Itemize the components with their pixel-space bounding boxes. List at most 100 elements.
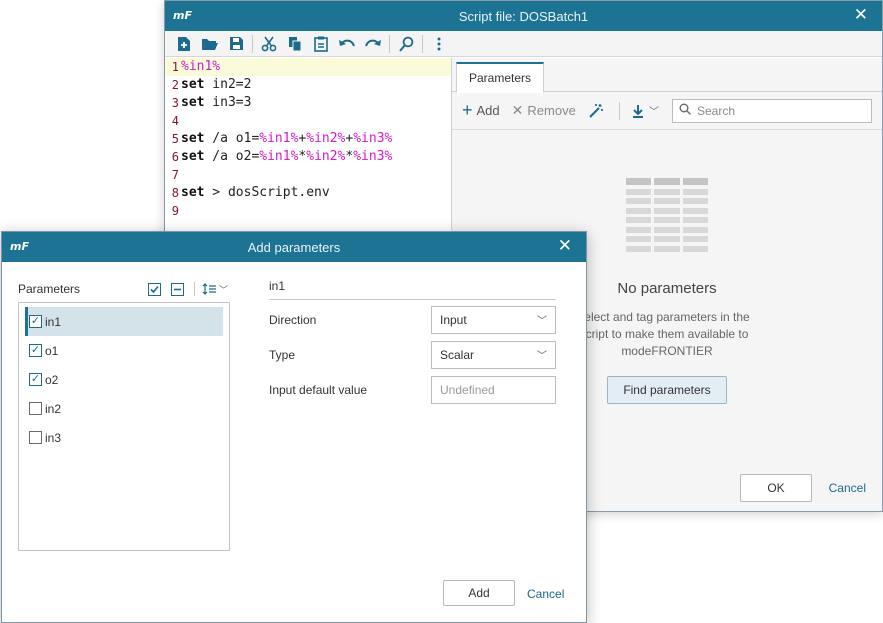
direction-row: Direction Input ﹀ bbox=[269, 305, 556, 334]
line-number: 2 bbox=[171, 78, 179, 92]
parameter-list-item[interactable]: in2 bbox=[25, 394, 223, 423]
remove-parameter-button[interactable]: ✕ Remove bbox=[512, 102, 576, 119]
parameter-list-item[interactable]: ✓ in1 bbox=[25, 307, 223, 336]
add-parameter-button[interactable]: + Add bbox=[462, 100, 500, 121]
x-icon: ✕ bbox=[511, 102, 524, 118]
search-input[interactable] bbox=[697, 103, 857, 118]
search-icon bbox=[679, 103, 691, 118]
code-line[interactable]: 6 set /a o2=%in1%*%in2%*%in3% bbox=[165, 148, 451, 166]
direction-select[interactable]: Input ﹀ bbox=[431, 305, 556, 334]
checkbox[interactable] bbox=[29, 431, 42, 444]
line-number: 4 bbox=[171, 114, 179, 128]
more-vertical-icon[interactable] bbox=[426, 33, 452, 55]
ok-button[interactable]: OK bbox=[740, 474, 812, 502]
default-value-row: Input default value bbox=[269, 375, 556, 404]
toolbar-separator bbox=[618, 101, 620, 120]
magic-wand-button[interactable] bbox=[588, 103, 604, 119]
type-select[interactable]: Scalar ﹀ bbox=[431, 340, 556, 369]
parameter-list-title: Parameters bbox=[18, 282, 81, 296]
parameter-list-label: o2 bbox=[45, 372, 59, 387]
selected-parameter-name: in1 bbox=[269, 279, 556, 300]
find-icon[interactable] bbox=[393, 33, 419, 55]
parameter-list-item[interactable]: ✓ o2 bbox=[25, 365, 223, 394]
import-dropdown-button[interactable]: ﹀ bbox=[632, 103, 659, 118]
close-icon[interactable]: ✕ bbox=[558, 236, 572, 256]
save-icon[interactable] bbox=[223, 33, 249, 55]
parameter-list-item[interactable]: in3 bbox=[25, 423, 223, 452]
default-value-input[interactable] bbox=[431, 375, 556, 404]
toolbar-separator bbox=[252, 34, 253, 53]
chevron-down-icon: ﹀ bbox=[537, 351, 547, 362]
cut-icon[interactable] bbox=[256, 33, 282, 55]
code-line[interactable]: 8 set > dosScript.env bbox=[165, 184, 451, 202]
parameter-list-label: in2 bbox=[45, 401, 62, 416]
checkbox[interactable] bbox=[29, 402, 42, 415]
checkbox[interactable]: ✓ bbox=[29, 373, 42, 386]
line-number: 6 bbox=[171, 150, 179, 164]
redo-icon[interactable] bbox=[360, 33, 386, 55]
line-number: 1 bbox=[171, 60, 179, 74]
parameter-search[interactable] bbox=[672, 98, 872, 123]
magic-wand-icon bbox=[589, 103, 603, 118]
add-dialog-title: Add parameters bbox=[247, 240, 341, 255]
code-line[interactable]: 1 %in1% bbox=[165, 58, 451, 76]
line-number: 7 bbox=[171, 168, 179, 182]
empty-state-description: elect and tag parameters in the cript to… bbox=[584, 310, 750, 358]
add-parameters-dialog: mF Add parameters ✕ Parameters ﹀ ✓ in1 ✓ o1… bbox=[1, 231, 587, 623]
find-parameters-button[interactable]: Find parameters bbox=[607, 376, 727, 404]
header-separator bbox=[194, 282, 195, 296]
checkbox[interactable]: ✓ bbox=[29, 315, 42, 328]
add-parameter-label: Add bbox=[476, 103, 500, 118]
code-text: set in3=3 bbox=[181, 95, 252, 110]
parameters-tabbar: Parameters bbox=[452, 58, 882, 93]
close-icon[interactable]: ✕ bbox=[854, 5, 868, 25]
line-number: 9 bbox=[171, 204, 179, 218]
checkbox[interactable]: ✓ bbox=[29, 344, 42, 357]
toolbar-separator bbox=[389, 34, 390, 53]
code-text: %in1% bbox=[181, 59, 221, 74]
line-number: 3 bbox=[171, 96, 179, 110]
script-window-title: Script file: DOSBatch1 bbox=[458, 9, 589, 24]
sort-options-icon[interactable]: ﹀ bbox=[200, 280, 230, 298]
code-line[interactable]: 9 bbox=[165, 202, 451, 220]
download-icon bbox=[632, 104, 643, 118]
copy-icon[interactable] bbox=[282, 33, 308, 55]
chevron-down-icon: ﹀ bbox=[648, 107, 659, 118]
tab-parameters[interactable]: Parameters bbox=[456, 62, 544, 93]
type-label: Type bbox=[269, 347, 296, 362]
direction-value: Input bbox=[440, 312, 467, 327]
remove-parameter-label: Remove bbox=[527, 103, 576, 118]
new-file-icon[interactable] bbox=[171, 33, 197, 55]
default-value-label: Input default value bbox=[269, 382, 368, 397]
open-folder-icon[interactable] bbox=[197, 33, 223, 55]
parameters-toolbar: + Add ✕ Remove ﹀ bbox=[452, 92, 882, 130]
line-number: 5 bbox=[171, 132, 179, 146]
parameter-list-label: in1 bbox=[45, 314, 62, 329]
direction-label: Direction bbox=[269, 312, 317, 327]
parameter-list-header: Parameters ﹀ bbox=[18, 279, 230, 299]
table-placeholder-icon bbox=[626, 178, 708, 252]
code-line[interactable]: 5 set /a o1=%in1%+%in2%+%in3% bbox=[165, 130, 451, 148]
cancel-link[interactable]: Cancel bbox=[829, 481, 866, 495]
check-all-icon[interactable] bbox=[145, 280, 163, 298]
script-window-titlebar[interactable]: mF Script file: DOSBatch1 ✕ bbox=[165, 1, 882, 31]
code-line[interactable]: 7 bbox=[165, 166, 451, 184]
add-button[interactable]: Add bbox=[443, 580, 515, 606]
parameter-list: ✓ in1 ✓ o1 ✓ o2 in2 in3 bbox=[18, 302, 230, 551]
toolbar-separator bbox=[422, 34, 423, 53]
parameter-list-label: o1 bbox=[45, 343, 59, 358]
code-line[interactable]: 4 bbox=[165, 112, 451, 130]
script-editor[interactable]: 1 %in1% 2 set in2=2 3 set in3=3 4 5 set /a o1=%i… bbox=[165, 58, 452, 230]
editor-toolbar bbox=[165, 31, 882, 57]
add-dialog-titlebar[interactable]: mF Add parameters ✕ bbox=[2, 232, 586, 262]
plus-icon: + bbox=[462, 100, 473, 120]
uncheck-all-icon[interactable] bbox=[168, 280, 186, 298]
parameter-list-item[interactable]: ✓ o1 bbox=[25, 336, 223, 365]
code-line[interactable]: 3 set in3=3 bbox=[165, 94, 451, 112]
cancel-link[interactable]: Cancel bbox=[527, 587, 564, 601]
type-row: Type Scalar ﹀ bbox=[269, 340, 556, 369]
parameter-list-label: in3 bbox=[45, 430, 62, 445]
undo-icon[interactable] bbox=[334, 33, 360, 55]
code-line[interactable]: 2 set in2=2 bbox=[165, 76, 451, 94]
paste-icon[interactable] bbox=[308, 33, 334, 55]
